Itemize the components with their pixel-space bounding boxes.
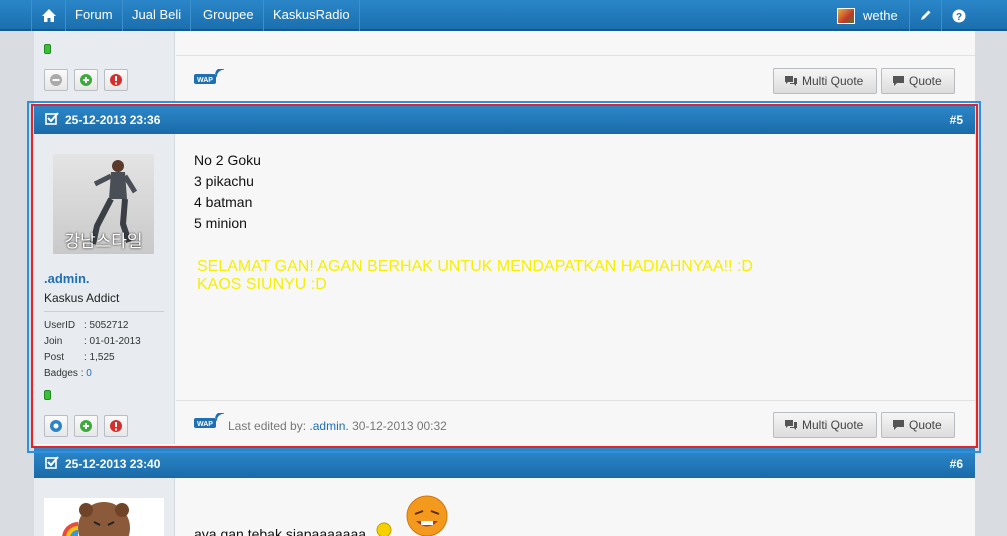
post-line: 4 batman — [194, 194, 253, 210]
post-number-link[interactable]: #5 — [950, 113, 963, 127]
report-post-button[interactable] — [104, 415, 128, 437]
edited-date: 30-12-2013 00:32 — [352, 419, 447, 433]
multi-quote-label: Multi Quote — [802, 74, 864, 88]
chat-bubbles-icon — [785, 420, 797, 430]
top-navbar: Forum Jual Beli Groupee KaskusRadio weth… — [0, 0, 1007, 31]
view-profile-button[interactable] — [44, 415, 68, 437]
help-icon: ? — [952, 9, 965, 23]
quote-button[interactable]: Quote — [881, 412, 955, 438]
post-line: No 2 Goku — [194, 152, 261, 168]
reputation-neutral-icon — [50, 74, 62, 86]
user-join-row: Join: 01-01-2013 — [44, 336, 141, 347]
chat-bubble-icon — [893, 420, 904, 430]
nav-groupee[interactable]: Groupee — [194, 0, 264, 31]
chat-bubble-icon — [893, 76, 904, 86]
highlight-message: SELAMAT GAN! AGAN BERHAK UNTUK MENDAPATK… — [197, 258, 753, 294]
help-button[interactable]: ? — [941, 0, 975, 31]
report-icon — [110, 74, 122, 86]
prev-reputation-button[interactable] — [44, 69, 68, 91]
multi-quote-button[interactable]: Multi Quote — [773, 412, 877, 438]
post-content: No 2 Goku 3 pikachu 4 batman 5 minion SE… — [176, 134, 975, 444]
nav-jual-beli[interactable]: Jual Beli — [123, 0, 192, 31]
prev-post-sidebar — [34, 31, 175, 102]
online-status-indicator — [44, 44, 51, 54]
post-body: No 2 Goku 3 pikachu 4 batman 5 minion — [194, 150, 261, 234]
eye-icon — [50, 420, 62, 432]
user-id-row: UserID: 5052712 — [44, 320, 129, 331]
thread-column: WAP Multi Quote Quote 25-12-2013 23:36 #… — [34, 31, 975, 536]
wap-icon: WAP — [194, 69, 224, 84]
plus-chat-icon — [80, 74, 92, 86]
highlight-line: KAOS SIUNYU :D — [197, 276, 327, 293]
report-icon — [110, 420, 122, 432]
svg-text:WAP: WAP — [197, 421, 213, 428]
user-name[interactable]: .admin. — [44, 271, 90, 286]
post-header: 25-12-2013 23:40 #6 — [34, 448, 975, 478]
give-rep-button[interactable] — [74, 415, 98, 437]
svg-text:?: ? — [955, 12, 961, 23]
prev-multi-quote-button[interactable]: Multi Quote — [773, 68, 877, 94]
prev-report-button[interactable] — [104, 69, 128, 91]
quote-label: Quote — [909, 74, 942, 88]
svg-text:WAP: WAP — [197, 77, 213, 84]
user-avatar[interactable]: 강남스타일 — [53, 154, 154, 254]
quote-label: Quote — [909, 418, 942, 432]
edited-by-user-link[interactable]: .admin. — [309, 419, 348, 433]
avatar-caption: 강남스타일 — [64, 232, 143, 252]
home-icon — [41, 9, 56, 22]
plus-chat-icon — [80, 420, 92, 432]
wap-icon: WAP — [194, 413, 224, 428]
post-line: 3 pikachu — [194, 173, 254, 189]
prev-post-footer: WAP Multi Quote Quote — [176, 31, 975, 102]
post-content: aya gan tebak siapaaaaaaa — [176, 478, 975, 536]
user-menu[interactable]: wethe — [837, 0, 898, 31]
post-user-sidebar: 강남스타일 .admin. Kaskus Addict UserID: 5052… — [34, 134, 175, 444]
nav-kaskusradio[interactable]: KaskusRadio — [264, 0, 360, 31]
nav-forum[interactable]: Forum — [66, 0, 123, 31]
post-header: 25-12-2013 23:36 #5 — [34, 104, 975, 134]
chat-bubbles-icon — [785, 76, 797, 86]
badges-count-link[interactable]: 0 — [86, 368, 92, 379]
highlight-line: SELAMAT GAN! AGAN BERHAK UNTUK MENDAPATK… — [197, 258, 753, 275]
online-status-indicator — [44, 390, 51, 400]
avatar — [837, 7, 855, 24]
checkbox-icon[interactable] — [45, 112, 59, 126]
user-post-row: Post: 1,525 — [44, 352, 115, 363]
post-user-sidebar — [34, 478, 175, 536]
laughing-emoticon — [376, 522, 392, 536]
prev-give-rep-button[interactable] — [74, 69, 98, 91]
post-date: 25-12-2013 23:36 — [65, 113, 161, 127]
user-rank: Kaskus Addict — [44, 291, 120, 305]
edit-button[interactable] — [909, 0, 941, 31]
home-button[interactable] — [31, 0, 66, 31]
post-number-link[interactable]: #6 — [950, 457, 963, 471]
post-line: aya gan tebak siapaaaaaaa — [194, 526, 367, 536]
user-avatar[interactable] — [44, 498, 164, 536]
username: wethe — [863, 8, 898, 23]
pencil-icon — [921, 10, 931, 20]
post-date: 25-12-2013 23:40 — [65, 457, 161, 471]
multi-quote-label: Multi Quote — [802, 418, 864, 432]
checkbox-icon[interactable] — [45, 456, 59, 470]
edited-info: Last edited by: .admin. 30-12-2013 00:32 — [228, 419, 447, 433]
prev-quote-button[interactable]: Quote — [881, 68, 955, 94]
laughing-big-emoticon — [406, 495, 448, 536]
post-line: 5 minion — [194, 215, 247, 231]
user-badges-row: Badges : 0 — [44, 368, 92, 379]
bear-avatar-image — [62, 502, 130, 536]
